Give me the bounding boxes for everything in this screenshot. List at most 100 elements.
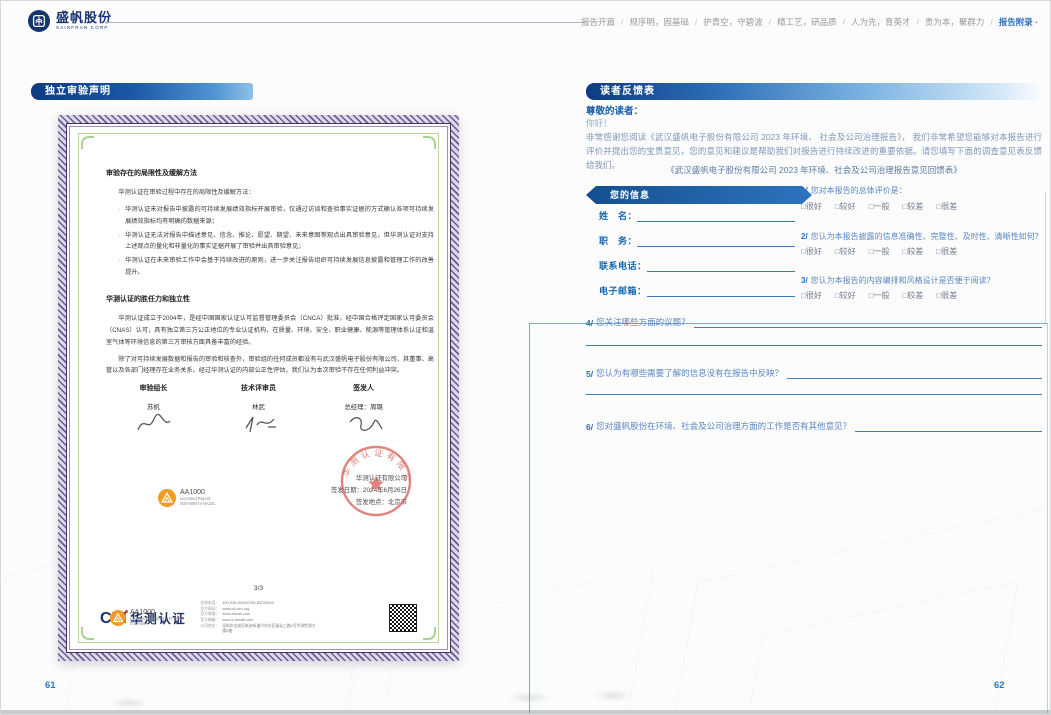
answer-line[interactable] bbox=[586, 345, 1042, 346]
nav-separator: / bbox=[843, 17, 845, 27]
answer-line[interactable] bbox=[586, 394, 1042, 395]
page-number-left: 61 bbox=[45, 680, 56, 691]
question-text: 您认为本报告的内容编排和风格设计是否便于阅读？ bbox=[811, 276, 995, 285]
answer-line[interactable] bbox=[694, 315, 1042, 328]
question-text: 您认为本报告披露的信息准确性、完整性、及时性、清晰性如何？ bbox=[811, 232, 1043, 241]
competence-para-1: 华测认证成立于2004年，是经中国国家认证认可监督管理委员会（CNCA）批准，经… bbox=[106, 313, 434, 348]
signature-technical-reviewer: 技术评审员 林武 bbox=[209, 383, 308, 437]
bullet-glyph: · bbox=[118, 230, 120, 254]
salutation: 尊敬的读者： bbox=[586, 103, 1042, 117]
certificate-frame: 审验存在的局限性及缓解方法 华测认证在审验过程中存在的局限性及缓解方法： · 华… bbox=[66, 123, 451, 653]
aa1000-provider-text: AA1000 Licensed Assurance Provider 000-6… bbox=[130, 609, 184, 627]
checkbox-option[interactable]: □一般 bbox=[869, 201, 890, 212]
window-bottom-edge bbox=[1, 710, 1050, 714]
limitation-bullet: · 华测认证在未来审验工作中会基于持续改进的原则，进一步关注报告组织可持续发展信… bbox=[118, 255, 434, 279]
limitation-bullet: · 华测认证未对报告中披露的可持续发展绩效指标开展审验，仅通过访谈和查验事实证据… bbox=[118, 204, 434, 228]
question-number: 5/ bbox=[586, 369, 593, 379]
bullet-text: 华测认证在未来审验工作中会基于持续改进的原则，进一步关注报告组织可持续发展信息披… bbox=[125, 255, 434, 279]
greeting: 你好！ bbox=[586, 117, 1042, 129]
phone-label: 联系电话： bbox=[599, 259, 647, 272]
question-4: 4/ 您关注哪些方面的议题？ bbox=[586, 316, 1042, 328]
blueprint-smudge bbox=[593, 691, 633, 700]
answer-line[interactable] bbox=[787, 366, 1042, 379]
limitations-intro: 华测认证在审验过程中存在的局限性及缓解方法： bbox=[106, 187, 434, 199]
company-logo: 盛帆股份 SAINFRAN CORP bbox=[27, 9, 112, 33]
checkbox-option[interactable]: □很好 bbox=[801, 290, 822, 301]
answer-line[interactable] bbox=[855, 419, 1042, 432]
aa1000-assurance-provider-badge: AA1000 Licensed Assurance Provider 000-6… bbox=[110, 609, 184, 627]
aa1000-licensed-report-badge: AA1000 Licensed Report 000-669/V3-HK2JL bbox=[158, 489, 216, 507]
qr-code bbox=[389, 604, 417, 632]
certificate-inner: 审验存在的局限性及缓解方法 华测认证在审验过程中存在的局限性及缓解方法： · 华… bbox=[69, 126, 448, 650]
certificate-body: 审验存在的局限性及缓解方法 华测认证在审验过程中存在的局限性及缓解方法： · 华… bbox=[80, 137, 437, 639]
checkbox-option[interactable]: □很差 bbox=[936, 201, 957, 212]
nav-item-opening[interactable]: 报告开篇 bbox=[581, 16, 615, 28]
page-number-right: 62 bbox=[994, 680, 1005, 691]
email-field[interactable]: 电子邮箱： bbox=[599, 284, 795, 297]
name-field[interactable]: 姓 名： bbox=[599, 209, 795, 222]
question-3-options: □很好 □较好 □一般 □较差 □很差 bbox=[801, 290, 957, 301]
nav-item-environment[interactable]: 护青空，守碧波 bbox=[703, 16, 763, 28]
nav-item-governance[interactable]: 规序明，固基础 bbox=[629, 16, 689, 28]
name-input-line[interactable] bbox=[637, 208, 795, 222]
nav-separator: / bbox=[917, 17, 919, 27]
signature-issuer: 签发人 总经理：周璐 bbox=[314, 383, 413, 437]
checkbox-option[interactable]: □一般 bbox=[869, 246, 890, 257]
signature-name: 苏帆 bbox=[104, 402, 203, 411]
nav-item-talent[interactable]: 人为先，育英才 bbox=[851, 16, 911, 28]
decorative-vertical-line bbox=[1045, 191, 1046, 323]
assurance-certificate: 审验存在的局限性及缓解方法 华测认证在审验过程中存在的局限性及缓解方法： · 华… bbox=[58, 115, 459, 661]
question-2-options: □很好 □较好 □一般 □较差 □很差 bbox=[801, 246, 957, 257]
checkbox-option[interactable]: □较差 bbox=[903, 201, 924, 212]
checkbox-option[interactable]: □较好 bbox=[835, 246, 856, 257]
phone-field[interactable]: 联系电话： bbox=[599, 259, 795, 272]
nav-item-quality[interactable]: 精工艺，研品质 bbox=[777, 16, 837, 28]
limitations-section: 审验存在的局限性及缓解方法 华测认证在审验过程中存在的局限性及缓解方法： · 华… bbox=[106, 167, 434, 281]
bullet-text: 华测认证无法对报告中描述意见、信念、推论、愿望、期望、未来意图等观点出具审验意见… bbox=[125, 230, 434, 254]
right-page-title: 读者反馈表 bbox=[600, 86, 655, 97]
report-spread-page: 盛帆股份 SAINFRAN CORP 报告开篇 / 规序明，固基础 / 护青空，… bbox=[0, 0, 1051, 715]
checkbox-option[interactable]: □较好 bbox=[835, 290, 856, 301]
question-number: 1/ bbox=[801, 186, 808, 195]
bullet-glyph: · bbox=[118, 255, 120, 279]
company-name: 盛帆股份 bbox=[56, 11, 112, 24]
question-number: 2/ bbox=[801, 232, 808, 241]
question-1-options: □很好 □较好 □一般 □较差 □很差 bbox=[801, 201, 957, 212]
position-input-line[interactable] bbox=[637, 233, 795, 247]
checkbox-option[interactable]: □很好 bbox=[801, 246, 822, 257]
signature-name: 总经理：周璐 bbox=[314, 402, 413, 411]
company-logo-text: 盛帆股份 SAINFRAN CORP bbox=[56, 11, 112, 31]
nav-separator: / bbox=[695, 17, 697, 27]
aa1000-license-no: 000-669/V3-HK2JL bbox=[180, 502, 216, 507]
position-label: 职 务： bbox=[599, 234, 637, 247]
question-1: 1/您对本报告的总体评价是： bbox=[801, 185, 907, 196]
aa1000-report-text: AA1000 Licensed Report 000-669/V3-HK2JL bbox=[180, 489, 216, 507]
email-input-line[interactable] bbox=[647, 283, 795, 297]
nav-item-responsibility[interactable]: 责为本，聚群力 bbox=[925, 16, 985, 28]
phone-input-line[interactable] bbox=[647, 258, 795, 272]
question-3: 3/您认为本报告的内容编排和风格设计是否便于阅读？ bbox=[801, 275, 995, 286]
bullet-glyph: · bbox=[118, 204, 120, 228]
position-field[interactable]: 职 务： bbox=[599, 234, 795, 247]
checkbox-option[interactable]: □很好 bbox=[801, 201, 822, 212]
certificate-page-indicator: 3/3 bbox=[80, 585, 437, 592]
checkbox-option[interactable]: □较差 bbox=[903, 246, 924, 257]
left-page-title-banner: 独立审验声明 bbox=[31, 83, 253, 100]
signature-row: 审验组长 苏帆 技术评审员 林武 bbox=[104, 383, 413, 437]
nav-separator: / bbox=[769, 17, 771, 27]
checkbox-option[interactable]: □较好 bbox=[835, 201, 856, 212]
checkbox-option[interactable]: □一般 bbox=[869, 290, 890, 301]
your-info-label: 您的信息 bbox=[610, 190, 650, 200]
name-label: 姓 名： bbox=[599, 209, 637, 222]
signature-role: 签发人 bbox=[314, 383, 413, 393]
contact-info-block: 咨询电话：400-635-5000/0755-83725533 官方网站：www… bbox=[200, 601, 318, 635]
header-rule bbox=[105, 22, 585, 23]
question-text: 您认为有哪些需要了解的信息没有在报告中反映？ bbox=[596, 367, 783, 379]
limitation-bullet: · 华测认证无法对报告中描述意见、信念、推论、愿望、期望、未来意图等观点出具审验… bbox=[118, 230, 434, 254]
nav-item-appendix-active[interactable]: 报告附录 · bbox=[999, 16, 1038, 28]
checkbox-option[interactable]: □较差 bbox=[903, 290, 924, 301]
blueprint-decor bbox=[649, 486, 1051, 715]
checkbox-option[interactable]: □很差 bbox=[936, 246, 957, 257]
checkbox-option[interactable]: □很差 bbox=[936, 290, 957, 301]
signature-lead-auditor: 审验组长 苏帆 bbox=[104, 383, 203, 437]
